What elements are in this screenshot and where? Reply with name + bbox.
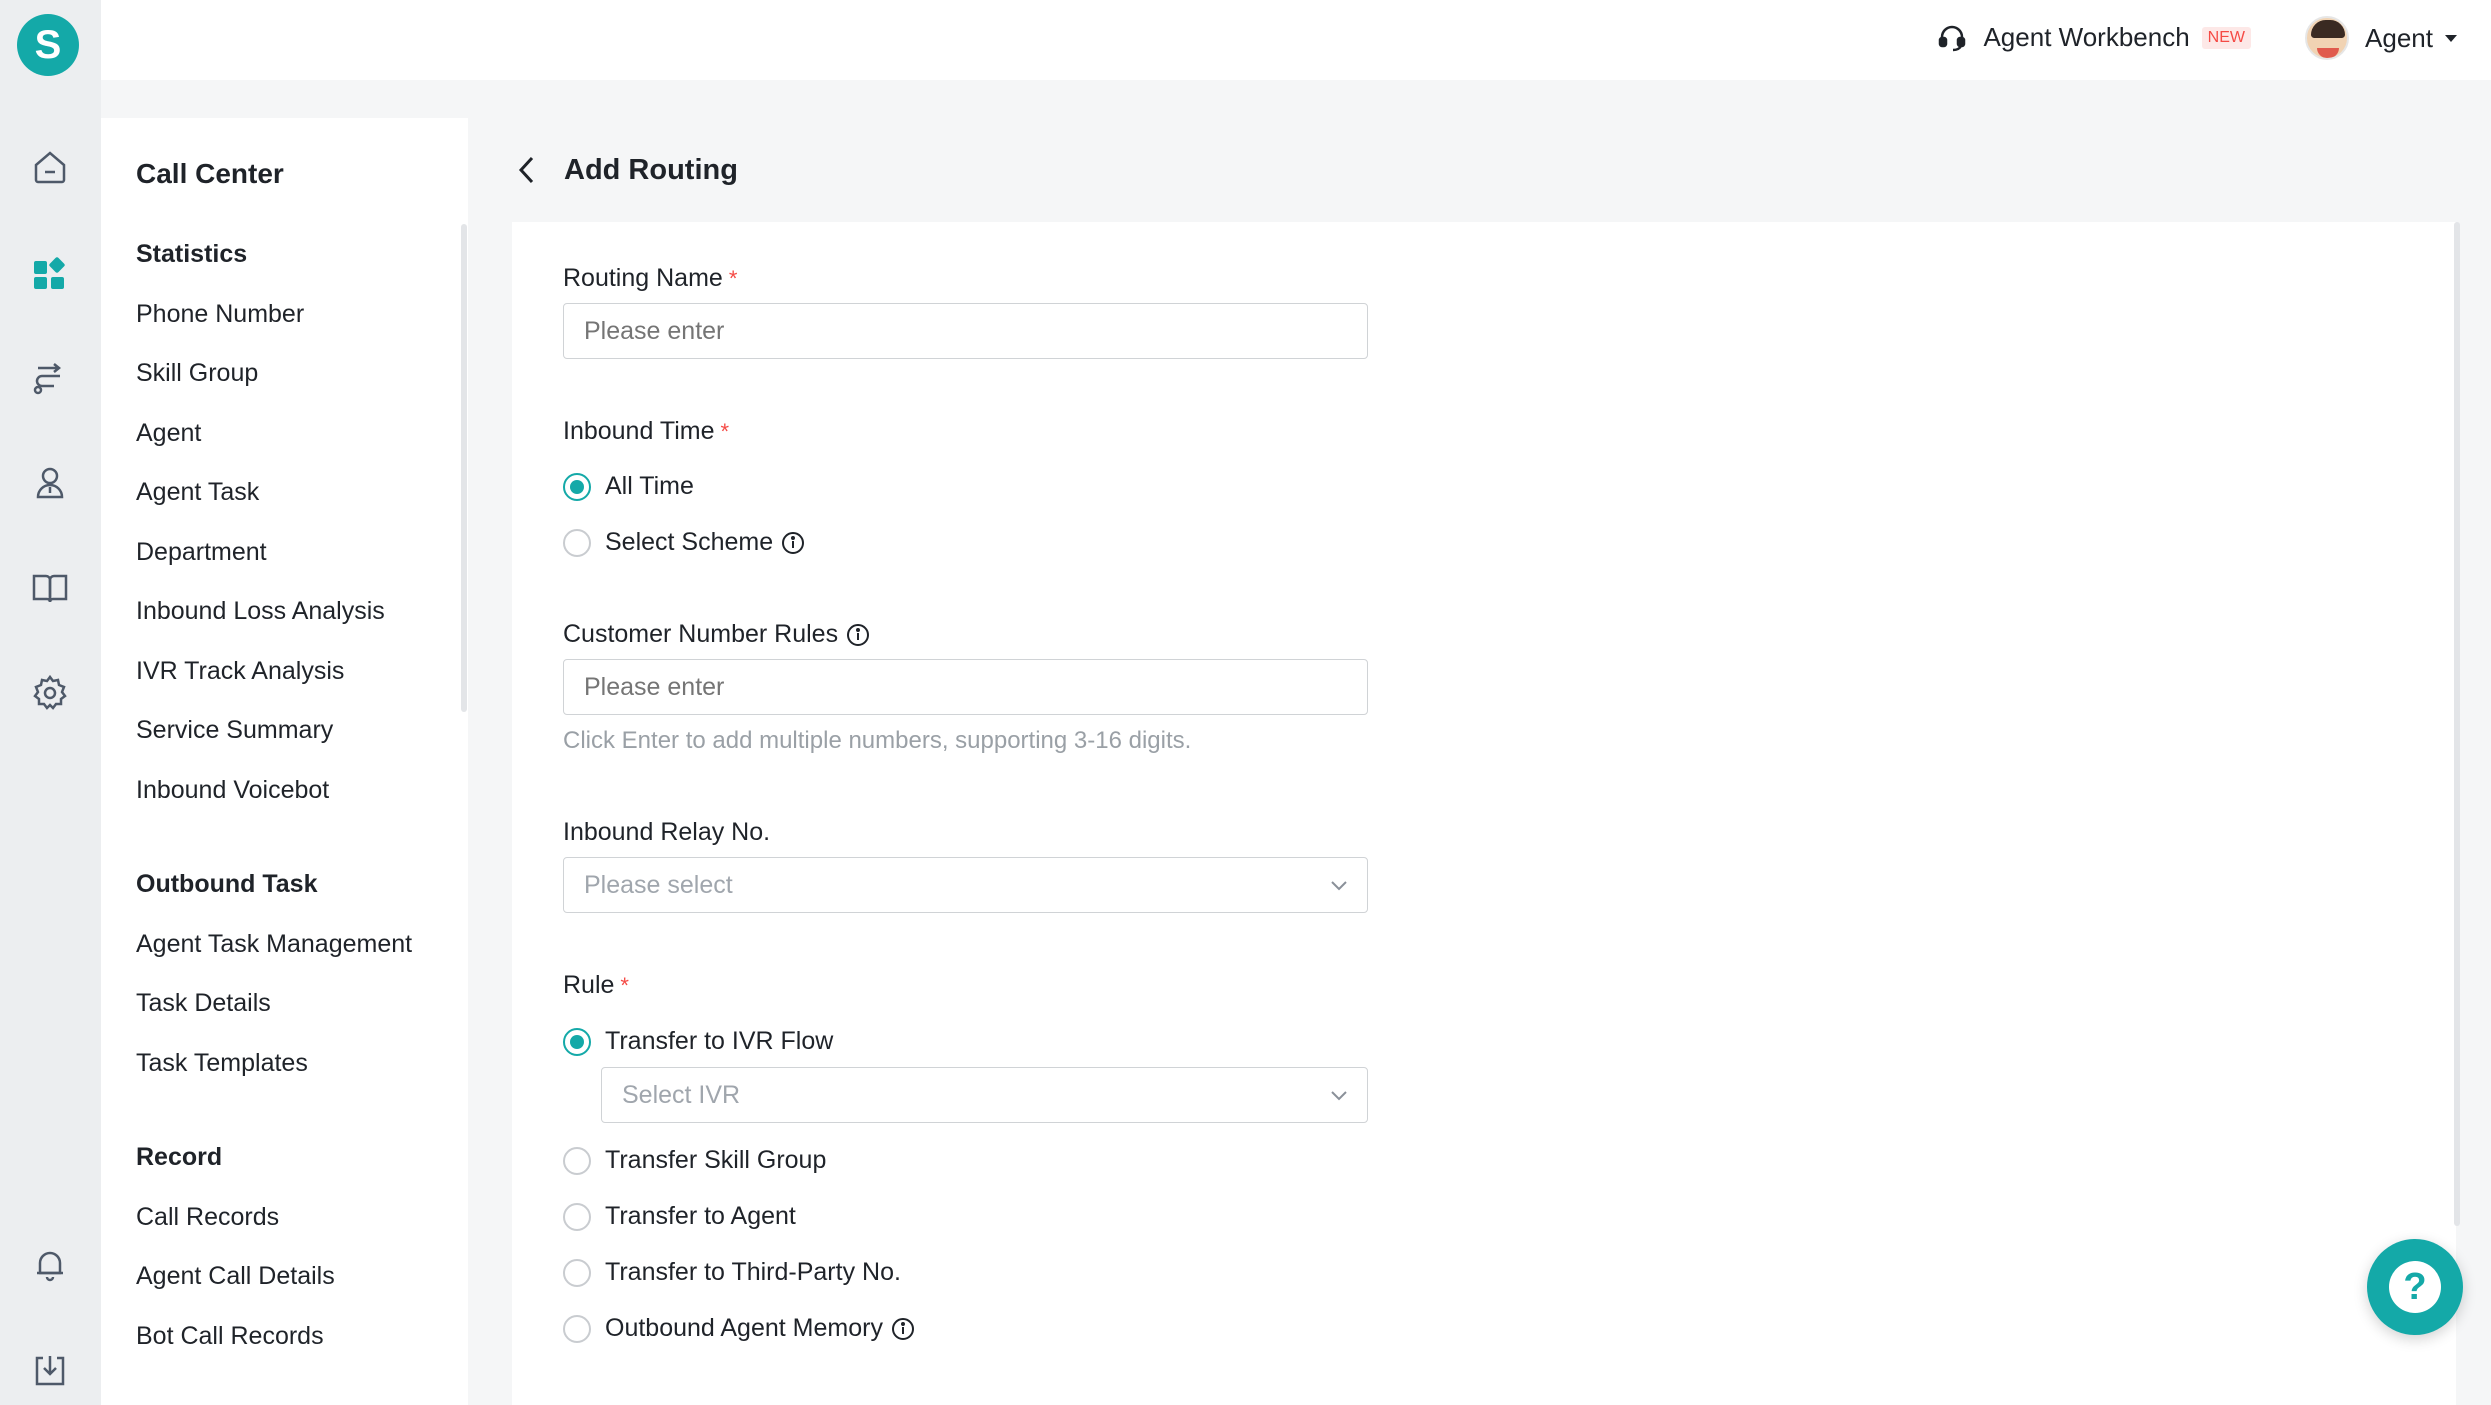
customer-number-rules-hint: Click Enter to add multiple numbers, sup… xyxy=(563,727,1192,754)
chevron-down-icon xyxy=(1331,1091,1347,1101)
sidebar-item-ivr-track-analysis[interactable]: IVR Track Analysis xyxy=(136,657,344,686)
radio-all-time-label: All Time xyxy=(605,472,694,500)
headset-icon xyxy=(1939,25,1966,51)
book-icon[interactable] xyxy=(27,565,73,611)
radio-transfer-ivr-label: Transfer to IVR Flow xyxy=(605,1027,834,1055)
radio-unchecked[interactable] xyxy=(563,1202,591,1231)
radio-select-scheme-label: Select Scheme xyxy=(605,528,774,556)
inbound-relay-select[interactable]: Please select xyxy=(563,857,1368,913)
radio-transfer-agent[interactable]: Transfer to Agent xyxy=(563,1202,796,1231)
nav-group-statistics: Statistics xyxy=(136,240,248,268)
radio-outbound-agent-memory-label: Outbound Agent Memory xyxy=(605,1314,883,1342)
radio-outbound-agent-memory[interactable]: Outbound Agent Memory xyxy=(563,1314,915,1343)
sidebar-item-skill-group[interactable]: Skill Group xyxy=(136,359,258,388)
sidebar-title: Call Center xyxy=(136,158,284,189)
settings-icon[interactable] xyxy=(27,670,73,716)
sidebar-item-phone-number[interactable]: Phone Number xyxy=(136,300,304,329)
avatar xyxy=(2305,16,2350,60)
help-symbol: ? xyxy=(2403,1265,2427,1308)
nav-group-outbound-task: Outbound Task xyxy=(136,870,318,898)
logo-letter: S xyxy=(34,22,62,67)
home-icon[interactable] xyxy=(27,144,73,190)
radio-select-scheme[interactable]: Select Scheme xyxy=(563,528,805,557)
inbound-relay-label-text: Inbound Relay No. xyxy=(563,818,771,846)
new-badge: NEW xyxy=(2201,26,2251,49)
routing-name-label: Routing Name * xyxy=(563,264,737,293)
sidebar-item-inbound-loss-analysis[interactable]: Inbound Loss Analysis xyxy=(136,597,385,626)
inbound-time-label-text: Inbound Time xyxy=(563,417,715,445)
sidebar-item-bot-call-records[interactable]: Bot Call Records xyxy=(136,1322,324,1351)
sidebar-item-task-details[interactable]: Task Details xyxy=(136,989,271,1018)
radio-checked[interactable] xyxy=(563,472,591,501)
info-icon[interactable] xyxy=(781,531,805,555)
customer-number-rules-label-text: Customer Number Rules xyxy=(563,620,839,648)
top-header: Agent Workbench NEW Agent xyxy=(101,0,2491,80)
page-title: Add Routing xyxy=(564,154,738,186)
routing-name-input[interactable] xyxy=(563,303,1368,359)
rule-label-text: Rule xyxy=(563,971,615,999)
sidebar-item-agent[interactable]: Agent xyxy=(136,419,201,448)
bell-icon[interactable] xyxy=(27,1242,73,1288)
customer-number-rules-label: Customer Number Rules xyxy=(563,620,870,649)
radio-all-time[interactable]: All Time xyxy=(563,472,694,501)
required-mark: * xyxy=(720,418,730,444)
radio-transfer-ivr[interactable]: Transfer to IVR Flow xyxy=(563,1027,833,1056)
radio-unchecked[interactable] xyxy=(563,1258,591,1287)
sidebar-item-service-summary[interactable]: Service Summary xyxy=(136,716,333,745)
required-mark: * xyxy=(620,972,629,998)
form-card xyxy=(512,222,2456,1405)
sidebar-scrollbar[interactable] xyxy=(461,224,467,712)
chevron-down-icon xyxy=(1331,881,1347,891)
sidebar-item-agent-task[interactable]: Agent Task xyxy=(136,478,259,507)
routing-name-label-text: Routing Name xyxy=(563,264,723,292)
radio-transfer-third-party-label: Transfer to Third-Party No. xyxy=(605,1258,901,1286)
radio-transfer-agent-label: Transfer to Agent xyxy=(605,1202,796,1230)
app-logo[interactable]: S xyxy=(17,14,79,76)
radio-transfer-skill-group-label: Transfer Skill Group xyxy=(605,1146,827,1174)
customer-number-rules-input[interactable] xyxy=(563,659,1368,715)
main-scrollbar[interactable] xyxy=(2454,222,2460,1226)
sidebar-item-agent-call-details[interactable]: Agent Call Details xyxy=(136,1262,335,1291)
agent-workbench-label: Agent Workbench xyxy=(1983,22,2190,52)
select-ivr-dropdown[interactable]: Select IVR xyxy=(601,1067,1368,1123)
radio-checked[interactable] xyxy=(563,1027,591,1056)
dashboard-icon[interactable] xyxy=(27,250,73,296)
select-ivr-placeholder: Select IVR xyxy=(622,1080,741,1109)
help-button[interactable]: ? xyxy=(2367,1239,2463,1335)
required-mark: * xyxy=(728,265,738,291)
left-rail: S xyxy=(0,0,101,1405)
chevron-down-icon xyxy=(2445,34,2457,42)
page-header: Add Routing xyxy=(468,118,2491,222)
info-icon[interactable] xyxy=(846,623,870,647)
download-icon[interactable] xyxy=(27,1347,73,1393)
secondary-sidebar: Call Center Statistics Phone Number Skil… xyxy=(101,118,468,1405)
inbound-relay-label: Inbound Relay No. xyxy=(563,818,770,847)
info-icon[interactable] xyxy=(891,1317,915,1341)
radio-transfer-skill-group[interactable]: Transfer Skill Group xyxy=(563,1146,826,1175)
sidebar-item-department[interactable]: Department xyxy=(136,538,267,567)
sidebar-item-task-templates[interactable]: Task Templates xyxy=(136,1049,308,1078)
nav-group-record: Record xyxy=(136,1143,223,1171)
user-label: Agent xyxy=(2365,22,2433,53)
radio-transfer-third-party[interactable]: Transfer to Third-Party No. xyxy=(563,1258,901,1287)
radio-unchecked[interactable] xyxy=(563,1314,591,1343)
rule-label: Rule * xyxy=(563,971,629,1000)
inbound-relay-placeholder: Please select xyxy=(584,870,733,899)
user-icon[interactable] xyxy=(27,460,73,506)
inbound-time-label: Inbound Time * xyxy=(563,417,729,446)
help-icon: ? xyxy=(2389,1261,2441,1313)
radio-unchecked[interactable] xyxy=(563,528,591,557)
sidebar-item-agent-task-management[interactable]: Agent Task Management xyxy=(136,930,412,959)
sidebar-item-call-records[interactable]: Call Records xyxy=(136,1203,279,1232)
back-arrow-icon[interactable] xyxy=(512,152,542,188)
sidebar-item-inbound-voicebot[interactable]: Inbound Voicebot xyxy=(136,776,329,805)
user-menu[interactable]: Agent xyxy=(2305,16,2457,60)
routing-icon[interactable] xyxy=(27,355,73,401)
radio-unchecked[interactable] xyxy=(563,1146,591,1175)
agent-workbench-link[interactable]: Agent Workbench NEW xyxy=(1937,22,2251,53)
